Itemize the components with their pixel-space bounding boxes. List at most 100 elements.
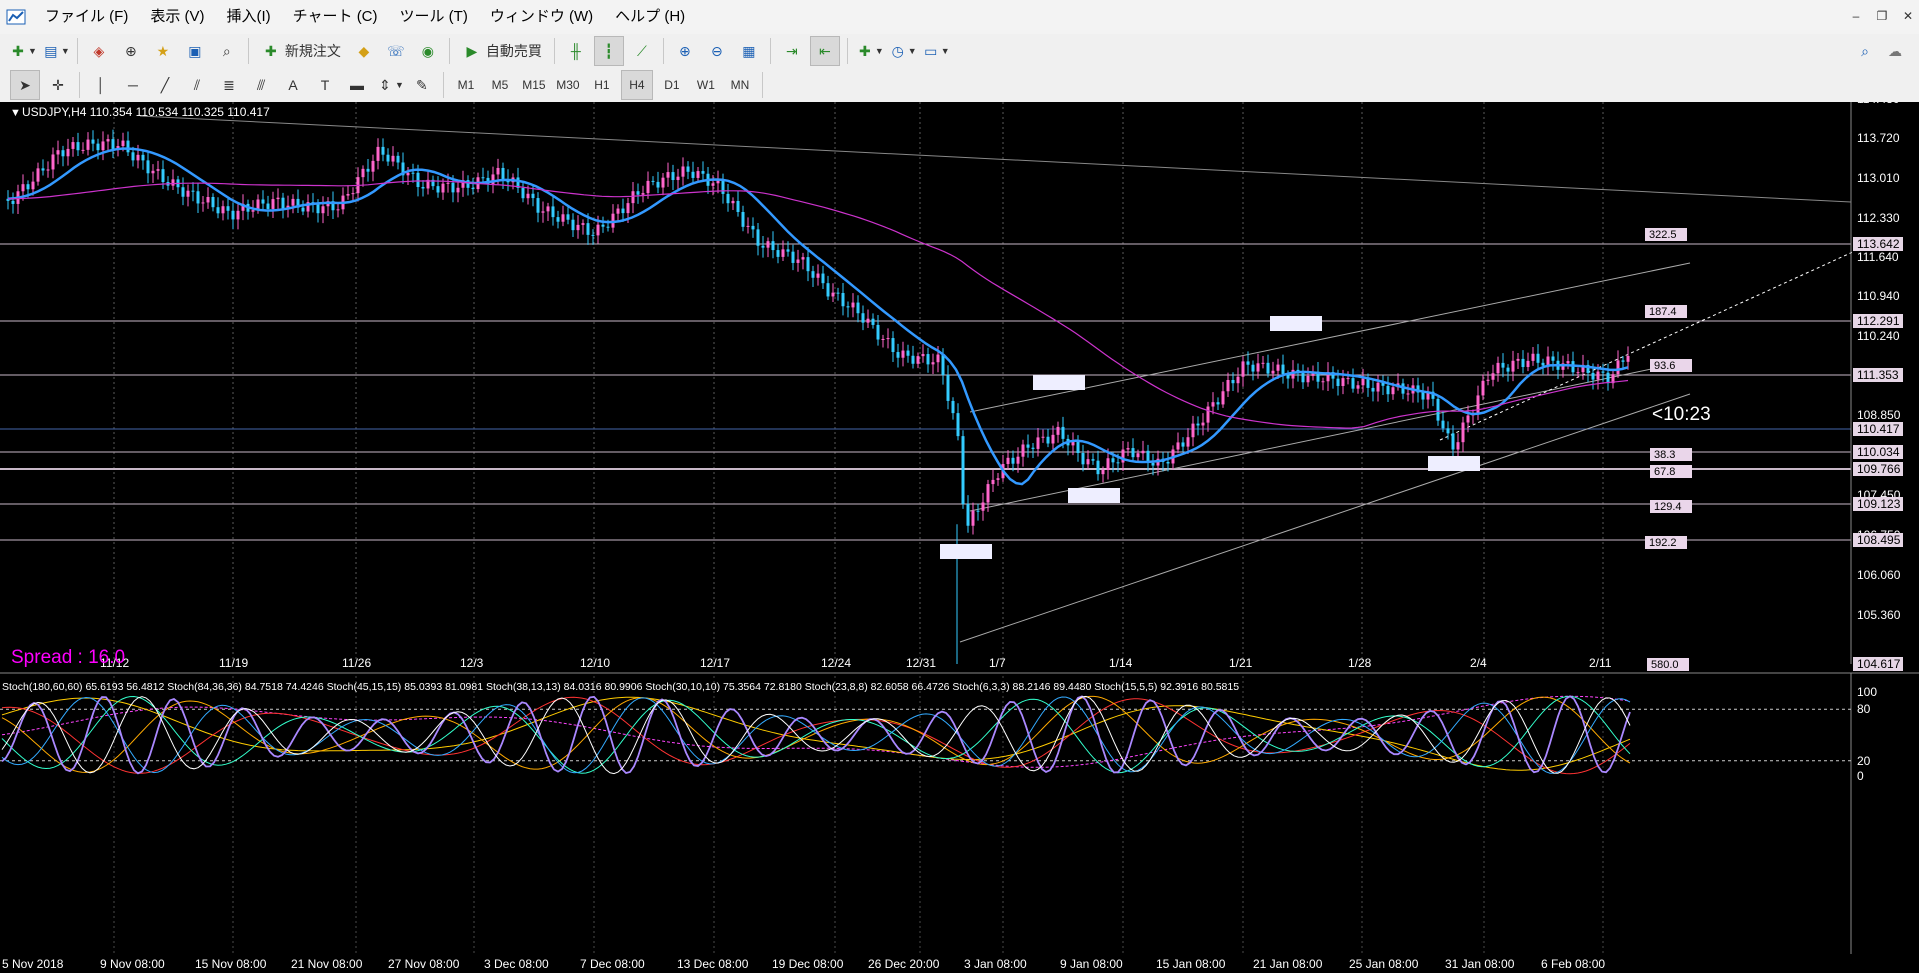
menu-window[interactable]: ウィンドウ (W) [479,0,604,34]
restore-icon[interactable]: ❐ [1871,6,1893,26]
candle-body [786,249,790,252]
candle-body [96,143,100,151]
candle-body [126,140,130,153]
text-label-button[interactable]: T [311,71,339,99]
fibo-fan-button[interactable]: ⫻ [247,71,275,99]
profiles-button[interactable]: ▤ ▼ [41,37,70,65]
level-tag: 108.495 [1857,533,1901,547]
candle-body [361,168,365,178]
timeframe-m5[interactable]: M5 [485,71,515,99]
separator [769,38,771,64]
close-icon[interactable]: ✕ [1897,6,1919,26]
search-icon[interactable]: ⌕ [1855,42,1875,60]
timeframe-d1[interactable]: D1 [657,71,687,99]
tile-windows-button[interactable]: ▦ [735,37,763,65]
menu-view[interactable]: 表示 (V) [139,0,215,34]
candle-body [1271,370,1275,374]
market-watch-button[interactable]: ◈ [85,37,113,65]
separator [247,38,249,64]
periods-button[interactable]: ◷ ▼ [888,37,917,65]
fibo-retracement-button[interactable]: ≣ [215,71,243,99]
new-order-label: 新規注文 [284,43,341,59]
level-tag: 109.766 [1857,462,1901,476]
candle-body [621,208,625,214]
timeframe-mn[interactable]: MN [725,71,755,99]
candlestick-button[interactable]: ┇ [593,36,624,66]
navigator-button[interactable]: ★ [149,37,177,65]
minimize-icon[interactable]: – [1845,6,1867,26]
timeframe-w1[interactable]: W1 [691,71,721,99]
candle-body [721,179,725,194]
menu-insert[interactable]: 挿入(I) [216,0,282,34]
candle-body [56,150,60,155]
menu-file[interactable]: ファイル (F) [34,0,139,34]
fib-label: 322.5 [1649,229,1677,241]
candle-body [1526,360,1530,368]
rectangle-button[interactable]: ▬ [343,71,371,99]
crosshair-button[interactable]: ✛ [44,71,72,99]
chat-icon[interactable]: ☁ [1885,42,1905,60]
candle-body [991,479,995,485]
indicator-date-tick: 5 Nov 2018 [2,957,64,971]
candle-body [971,510,975,526]
strategy-tester-button[interactable]: ⌕ [213,37,241,65]
timeframe-m15[interactable]: M15 [519,71,549,99]
timeframe-h4[interactable]: H4 [620,70,653,100]
chart-shift-button[interactable]: ⇤ [809,36,840,66]
trendline-button[interactable]: ╱ [151,71,179,99]
vertical-line-icon: │ [96,77,106,93]
draw-tools-button[interactable]: ✎ [408,71,436,99]
timeframe-m30[interactable]: M30 [553,71,583,99]
candle-body [381,146,385,155]
candle-body [531,193,535,199]
menu-help[interactable]: ヘルプ (H) [604,0,696,34]
menu-chart[interactable]: チャート (C) [282,0,389,34]
candle-body [726,193,730,204]
draw-tools-icon: ✎ [416,77,428,93]
horizontal-line-button[interactable]: ─ [119,71,147,99]
zoom-in-button[interactable]: ⊕ [671,37,699,65]
candle-body [51,154,55,170]
metaeditor-button[interactable]: ◆ [350,37,378,65]
candle-body [496,167,500,175]
indicators-button[interactable]: ✚ ▼ [855,37,884,65]
equidistant-channel-button[interactable]: ⫽ [183,71,211,99]
timeframe-m1[interactable]: M1 [451,71,481,99]
chart-window[interactable]: 114.430 113.720 113.010 112.330 111.640 110.9… [0,102,1919,973]
bar-chart-button[interactable]: ╫ [562,37,590,65]
candle-body [271,199,275,209]
cursor-button[interactable]: ➤ [10,70,40,100]
line-chart-button[interactable]: ⟋ [628,37,656,65]
templates-icon: ▭ [924,43,938,59]
candle-body [926,354,930,365]
new-chart-button[interactable]: ✚ ▼ [8,37,37,65]
zoom-out-button[interactable]: ⊖ [703,37,731,65]
auto-trading-button[interactable]: ▶ 自動売買 [457,37,547,65]
terminal-button[interactable]: ▣ [181,37,209,65]
market-watch-icon: ◈ [93,43,105,59]
level-tag: 110.034 [1857,445,1900,459]
arrows-button[interactable]: ⇕ ▼ [375,71,404,99]
candle-body [831,292,835,297]
data-window-button[interactable]: ⊕ [117,37,145,65]
signals-button[interactable]: ☏ [382,37,410,65]
candle-body [391,155,395,162]
timeframe-h1[interactable]: H1 [587,71,617,99]
auto-scroll-button[interactable]: ⇥ [778,37,806,65]
text-button[interactable]: A [279,71,307,99]
templates-button[interactable]: ▭ ▼ [921,37,950,65]
candle-body [436,186,440,193]
vertical-line-button[interactable]: │ [87,71,115,99]
candle-body [1176,442,1180,450]
date-tick: 12/24 [821,656,851,670]
candle-body [26,184,30,190]
candle-body [1131,448,1135,458]
menu-tools[interactable]: ツール (T) [389,0,479,34]
chart-triangle-icon[interactable]: ▼ [10,107,21,119]
candle-body [1446,428,1450,434]
candle-body [336,209,340,211]
candle-body [1486,379,1490,381]
market-button[interactable]: ◉ [414,37,442,65]
chart-canvas[interactable]: 114.430 113.720 113.010 112.330 111.640 110.9… [0,102,1919,973]
new-order-button[interactable]: ✚ 新規注文 [256,37,346,65]
